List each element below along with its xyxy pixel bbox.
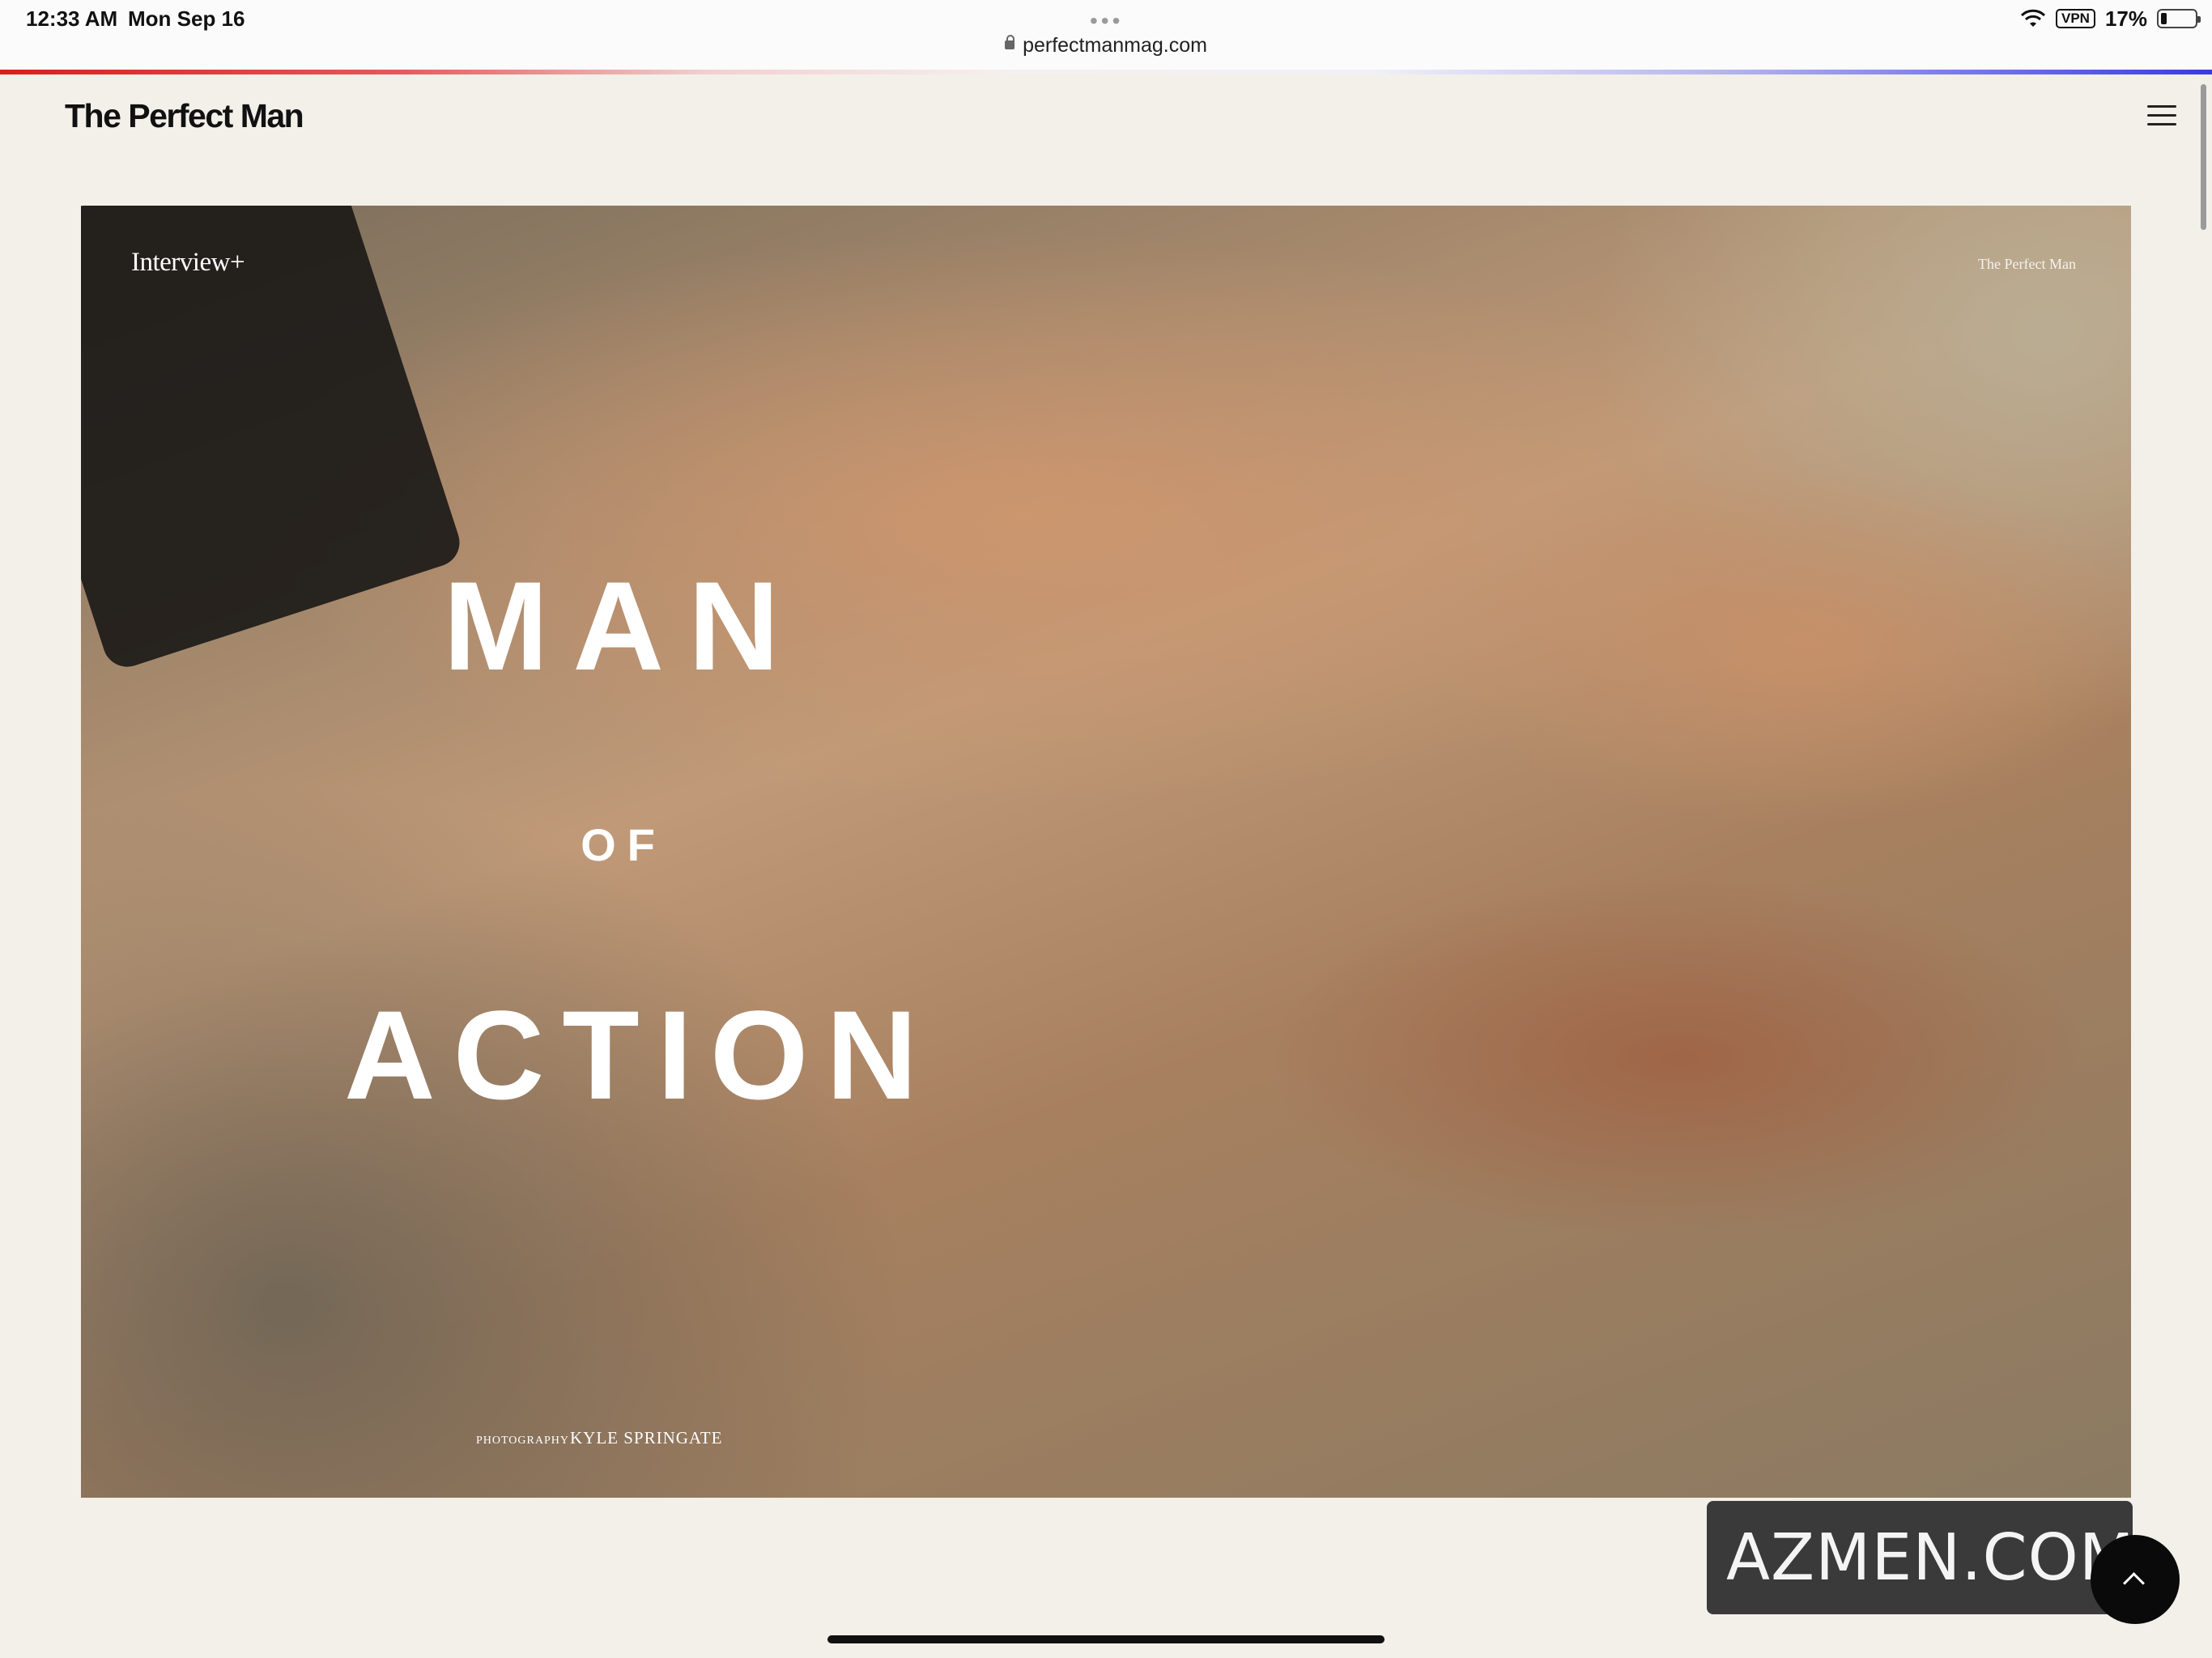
hero-title-line-2: OF [581, 819, 666, 870]
vpn-badge: VPN [2055, 9, 2095, 28]
hero-image: Interview+ The Perfect Man MAN OF ACTION… [81, 206, 2131, 1498]
status-indicators: VPN 17% [2020, 5, 2201, 32]
photo-credit-label: PHOTOGRAPHY [476, 1435, 569, 1447]
url-text: perfectmanmag.com [1023, 34, 1207, 57]
scrollbar[interactable] [2201, 84, 2206, 230]
page-load-progress [0, 70, 2212, 74]
hero-title-line-1: MAN [443, 556, 804, 697]
hero-brand-mark: The Perfect Man [1978, 256, 2076, 272]
chevron-up-icon [2123, 1572, 2145, 1594]
tab-dots-icon[interactable]: ••• [1090, 8, 1123, 34]
lock-icon [1005, 34, 1015, 49]
watermark-text: AZMEN.COM [1726, 1520, 2135, 1595]
watermark: AZMEN.COM [1707, 1501, 2135, 1614]
hero-section-label: Interview+ [131, 248, 245, 277]
status-time: 12:33 AM [26, 6, 118, 31]
wifi-icon [2020, 9, 2046, 27]
hero-title-line-3: ACTION [344, 985, 935, 1126]
battery-percent: 17% [2104, 6, 2147, 31]
status-date: Mon Sep 16 [128, 6, 245, 31]
home-indicator[interactable] [827, 1635, 1385, 1643]
battery-fill [2161, 13, 2167, 24]
site-logo[interactable]: The Perfect Man [65, 97, 304, 135]
battery-icon [2157, 9, 2201, 28]
status-bar: 12:33 AM Mon Sep 16 ••• perfectmanmag.co… [0, 0, 2212, 70]
address-bar[interactable]: perfectmanmag.com [0, 34, 2212, 57]
hamburger-menu-icon[interactable] [2147, 104, 2176, 128]
scroll-to-top-button[interactable] [2091, 1535, 2180, 1624]
photo-credit-name: KYLE SPRINGATE [570, 1428, 723, 1448]
